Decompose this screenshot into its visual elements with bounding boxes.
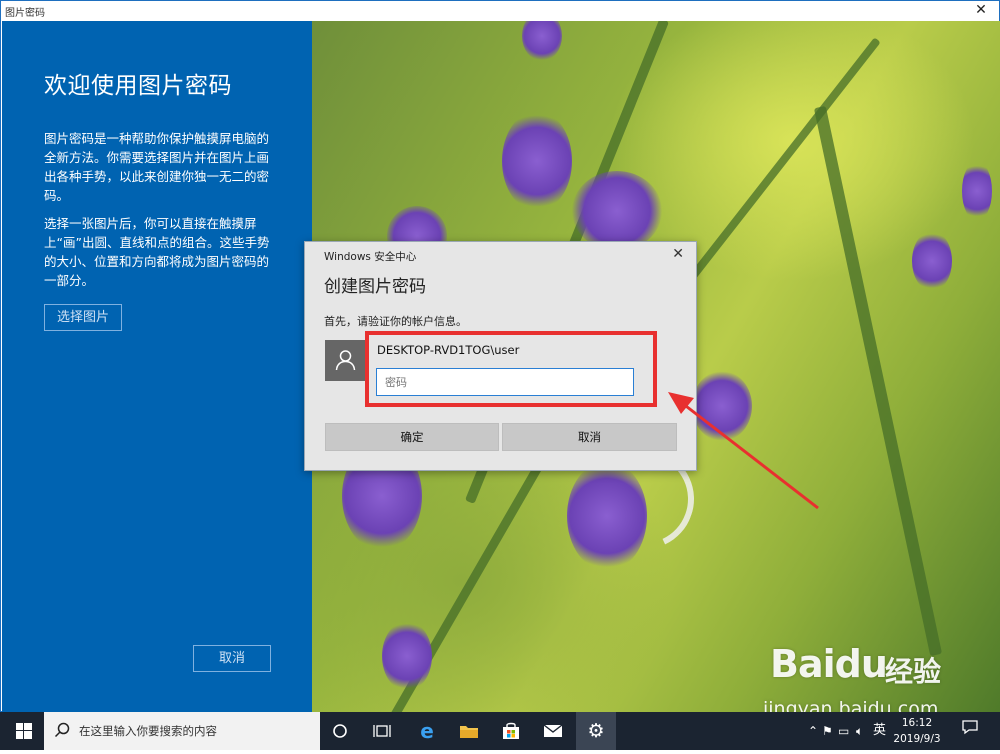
lavender-flower: [522, 21, 562, 61]
notifications-button[interactable]: [962, 712, 978, 750]
dialog-caption: Windows 安全中心: [324, 251, 417, 263]
clock-time: 16:12: [901, 717, 933, 729]
dialog-close-button[interactable]: ✕: [672, 246, 684, 262]
lavender-flower: [962, 161, 992, 221]
store-bag-icon: [503, 722, 519, 739]
folder-icon: [460, 726, 478, 738]
watermark-logo: Baidu: [770, 642, 888, 686]
store-button[interactable]: [491, 712, 531, 750]
dialog-subtitle: 首先，请验证你的帐户信息。: [324, 315, 467, 328]
cortana-circle-icon: [333, 724, 347, 738]
cortana-button[interactable]: [320, 712, 360, 750]
dialog-cancel-button[interactable]: 取消: [502, 423, 677, 451]
info-pane: 欢迎使用图片密码 图片密码是一种帮助你保护触摸屏电脑的全新方法。你需要选择图片并…: [2, 21, 312, 713]
file-explorer-button[interactable]: [449, 712, 489, 750]
edge-browser-button[interactable]: e: [407, 712, 447, 750]
tray-expand-icon[interactable]: ⌃: [808, 712, 818, 750]
lavender-flower: [572, 171, 662, 251]
taskbar-search-box[interactable]: 在这里输入你要搜索的内容: [44, 712, 320, 750]
start-button[interactable]: [4, 712, 44, 750]
lavender-flower: [692, 371, 752, 441]
annotation-highlight-box: [365, 331, 657, 407]
search-placeholder: 在这里输入你要搜索的内容: [79, 724, 217, 738]
ok-button[interactable]: 确定: [325, 423, 499, 451]
network-icon[interactable]: ▭: [838, 712, 849, 750]
windows-logo-icon: [16, 723, 32, 739]
ime-language-indicator[interactable]: 英: [873, 712, 886, 750]
plant-stem: [813, 105, 943, 657]
volume-icon[interactable]: 🔈︎: [856, 712, 863, 750]
system-clock[interactable]: 16:12 2019/9/3: [893, 715, 941, 747]
window-close-button[interactable]: ✕: [971, 1, 991, 20]
lavender-flower: [912, 231, 952, 291]
mail-button[interactable]: [533, 712, 573, 750]
clock-date: 2019/9/3: [893, 733, 941, 745]
intro-paragraph: 图片密码是一种帮助你保护触摸屏电脑的全新方法。你需要选择图片并在图片上画出各种手…: [44, 131, 270, 203]
instruction-paragraph: 选择一张图片后，你可以直接在触摸屏上“画”出圆、直线和点的组合。这些手势的大小、…: [44, 216, 270, 288]
title-bar: 图片密码 ✕: [1, 1, 999, 20]
lavender-flower: [502, 111, 572, 211]
taskbar: 在这里输入你要搜索的内容 e ⚙ ⌃ ⚑ ▭ 🔈︎ 英 16:12 2019/9…: [0, 712, 1000, 750]
mail-icon: [543, 724, 563, 737]
page-heading: 欢迎使用图片密码: [44, 73, 232, 99]
lavender-flower: [382, 621, 432, 691]
search-icon: [54, 722, 70, 738]
notification-icon: [962, 720, 978, 735]
task-view-icon: [373, 725, 391, 737]
window-title: 图片密码: [5, 8, 45, 19]
task-view-button[interactable]: [362, 712, 402, 750]
user-avatar-icon: [325, 340, 366, 381]
edge-icon: e: [420, 719, 434, 743]
dialog-title: 创建图片密码: [324, 277, 426, 297]
settings-button[interactable]: ⚙: [576, 712, 616, 750]
gear-icon: ⚙: [587, 720, 605, 742]
choose-picture-button[interactable]: 选择图片: [44, 304, 122, 331]
cancel-button[interactable]: 取消: [193, 645, 271, 672]
action-center-flag-icon[interactable]: ⚑: [822, 712, 833, 750]
watermark-jingyan: 经验: [885, 655, 942, 688]
